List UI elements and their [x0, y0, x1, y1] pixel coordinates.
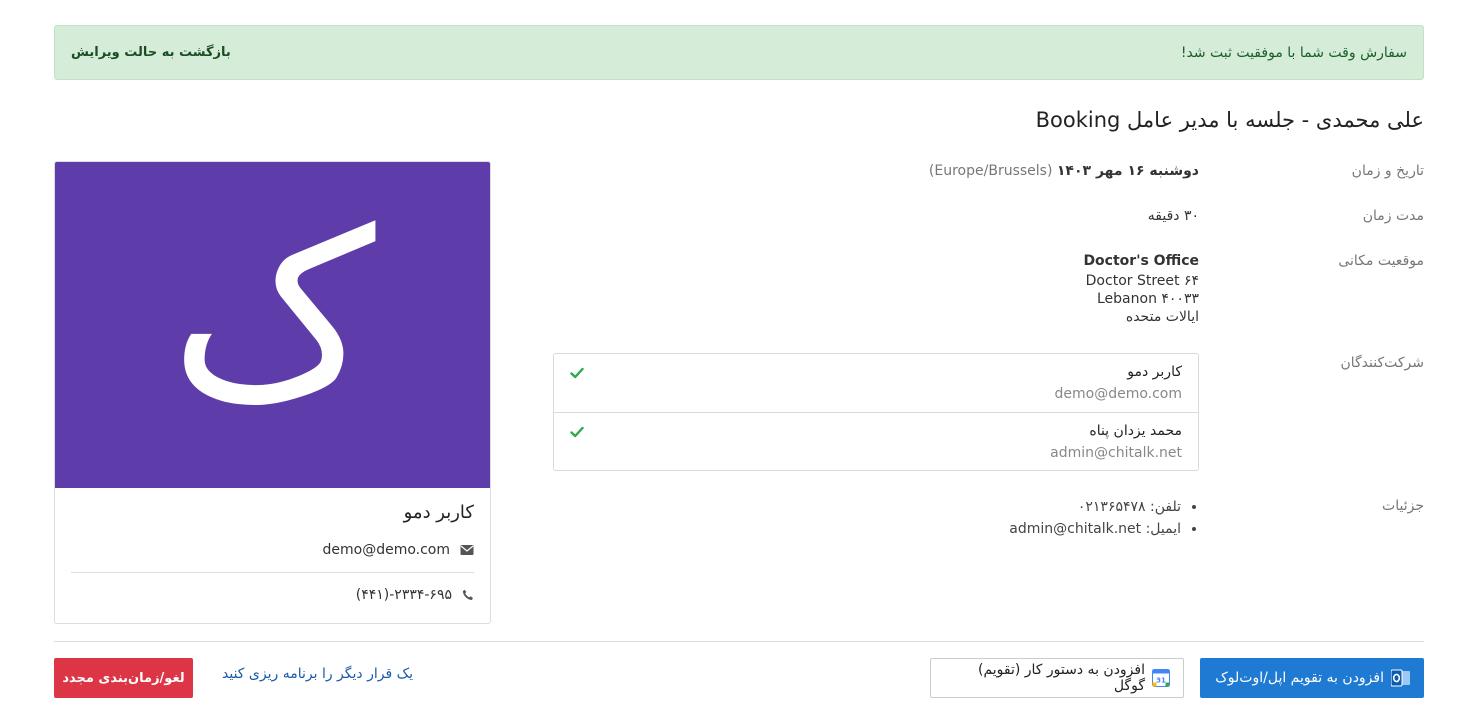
- success-alert: سفارش وقت شما با موفقیت ثبت شد! بازگشت ب…: [54, 25, 1424, 80]
- host-name: کاربر دمو: [403, 502, 474, 523]
- detail-email: ایمیل: admin@chitalk.net: [1009, 518, 1181, 540]
- details-label: جزئیات: [1382, 498, 1424, 514]
- page: سفارش وقت شما با موفقیت ثبت شد! بازگشت ب…: [54, 0, 1424, 727]
- back-to-edit-link[interactable]: بازگشت به حالت ویرایش: [71, 45, 231, 60]
- datetime-value: دوشنبه ۱۶ مهر ۱۴۰۳ (Europe/Brussels): [929, 163, 1199, 179]
- location-name: Doctor's Office: [1083, 253, 1199, 269]
- avatar: ک: [55, 162, 490, 488]
- google-calendar-icon: 31: [1152, 669, 1170, 687]
- add-to-google-calendar-button[interactable]: 31 افزودن به دستور کار (تقویم) گوگل: [930, 658, 1184, 698]
- attendees-label: شرکت‌کنندگان: [1340, 355, 1424, 371]
- detail-phone: تلفن: ۰۲۱۳۶۵۴۷۸: [1009, 496, 1181, 518]
- attendee-name: کاربر دمو: [1127, 364, 1182, 380]
- duration-value: ۳۰ دقیقه: [1147, 208, 1199, 224]
- host-email: demo@demo.com: [322, 542, 450, 558]
- location-value: Doctor's Office Doctor Street ۶۴ Lebanon…: [1083, 252, 1199, 326]
- location-label: موقعیت مکانی: [1338, 253, 1424, 269]
- host-card: ک کاربر دمو demo@demo.com (۴۴۱)-۲۳۳۴-۶۹۵: [54, 161, 491, 624]
- datetime-date: دوشنبه ۱۶ مهر ۱۴۰۳: [1056, 163, 1199, 179]
- attendee-item: محمد یزدان پناه admin@chitalk.net: [554, 412, 1198, 470]
- location-line-3: ایالات متحده: [1125, 309, 1199, 325]
- attendee-email: admin@chitalk.net: [1050, 445, 1182, 461]
- attendee-email: demo@demo.com: [1054, 386, 1182, 402]
- add-to-outlook-button[interactable]: افزودن به تقویم اپل/اوت‌لوک: [1200, 658, 1424, 698]
- add-to-outlook-label: افزودن به تقویم اپل/اوت‌لوک: [1215, 670, 1384, 686]
- cancel-reschedule-button[interactable]: لغو/زمان‌بندی مجدد: [54, 658, 193, 698]
- google-calendar-icon-text: 31: [1156, 677, 1166, 685]
- attendees-list: کاربر دمو demo@demo.com محمد یزدان پناه …: [553, 353, 1199, 471]
- host-phone: (۴۴۱)-۲۳۳۴-۶۹۵: [355, 587, 452, 603]
- attendee-item: کاربر دمو demo@demo.com: [554, 354, 1198, 412]
- host-phone-row: (۴۴۱)-۲۳۳۴-۶۹۵: [71, 582, 474, 608]
- avatar-letter: ک: [169, 183, 376, 450]
- add-to-google-label: افزودن به دستور کار (تقویم) گوگل: [977, 662, 1145, 694]
- duration-label: مدت زمان: [1362, 208, 1424, 224]
- timezone: (Europe/Brussels): [928, 163, 1053, 179]
- attendee-name: محمد یزدان پناه: [1089, 423, 1182, 439]
- details-list: تلفن: ۰۲۱۳۶۵۴۷۸ ایمیل: admin@chitalk.net: [1009, 496, 1199, 540]
- datetime-label: تاریخ و زمان: [1351, 163, 1424, 179]
- check-icon: [570, 367, 584, 379]
- footer-divider: [54, 641, 1424, 642]
- location-line-1: Doctor Street ۶۴: [1085, 273, 1199, 289]
- envelope-icon: [460, 545, 474, 555]
- phone-icon: [462, 589, 473, 600]
- location-line-2: Lebanon ۴۰۰۳۳: [1097, 291, 1199, 307]
- booking-title: علی محمدی - جلسه با مدیر عامل Booking: [1035, 108, 1424, 132]
- outlook-icon: [1391, 669, 1411, 687]
- check-icon: [570, 426, 584, 438]
- host-email-row: demo@demo.com: [71, 537, 474, 563]
- alert-message: سفارش وقت شما با موفقیت ثبت شد!: [1180, 44, 1407, 61]
- schedule-another-link[interactable]: یک قرار دیگر را برنامه ریزی کنید: [222, 666, 413, 682]
- card-divider: [71, 572, 474, 573]
